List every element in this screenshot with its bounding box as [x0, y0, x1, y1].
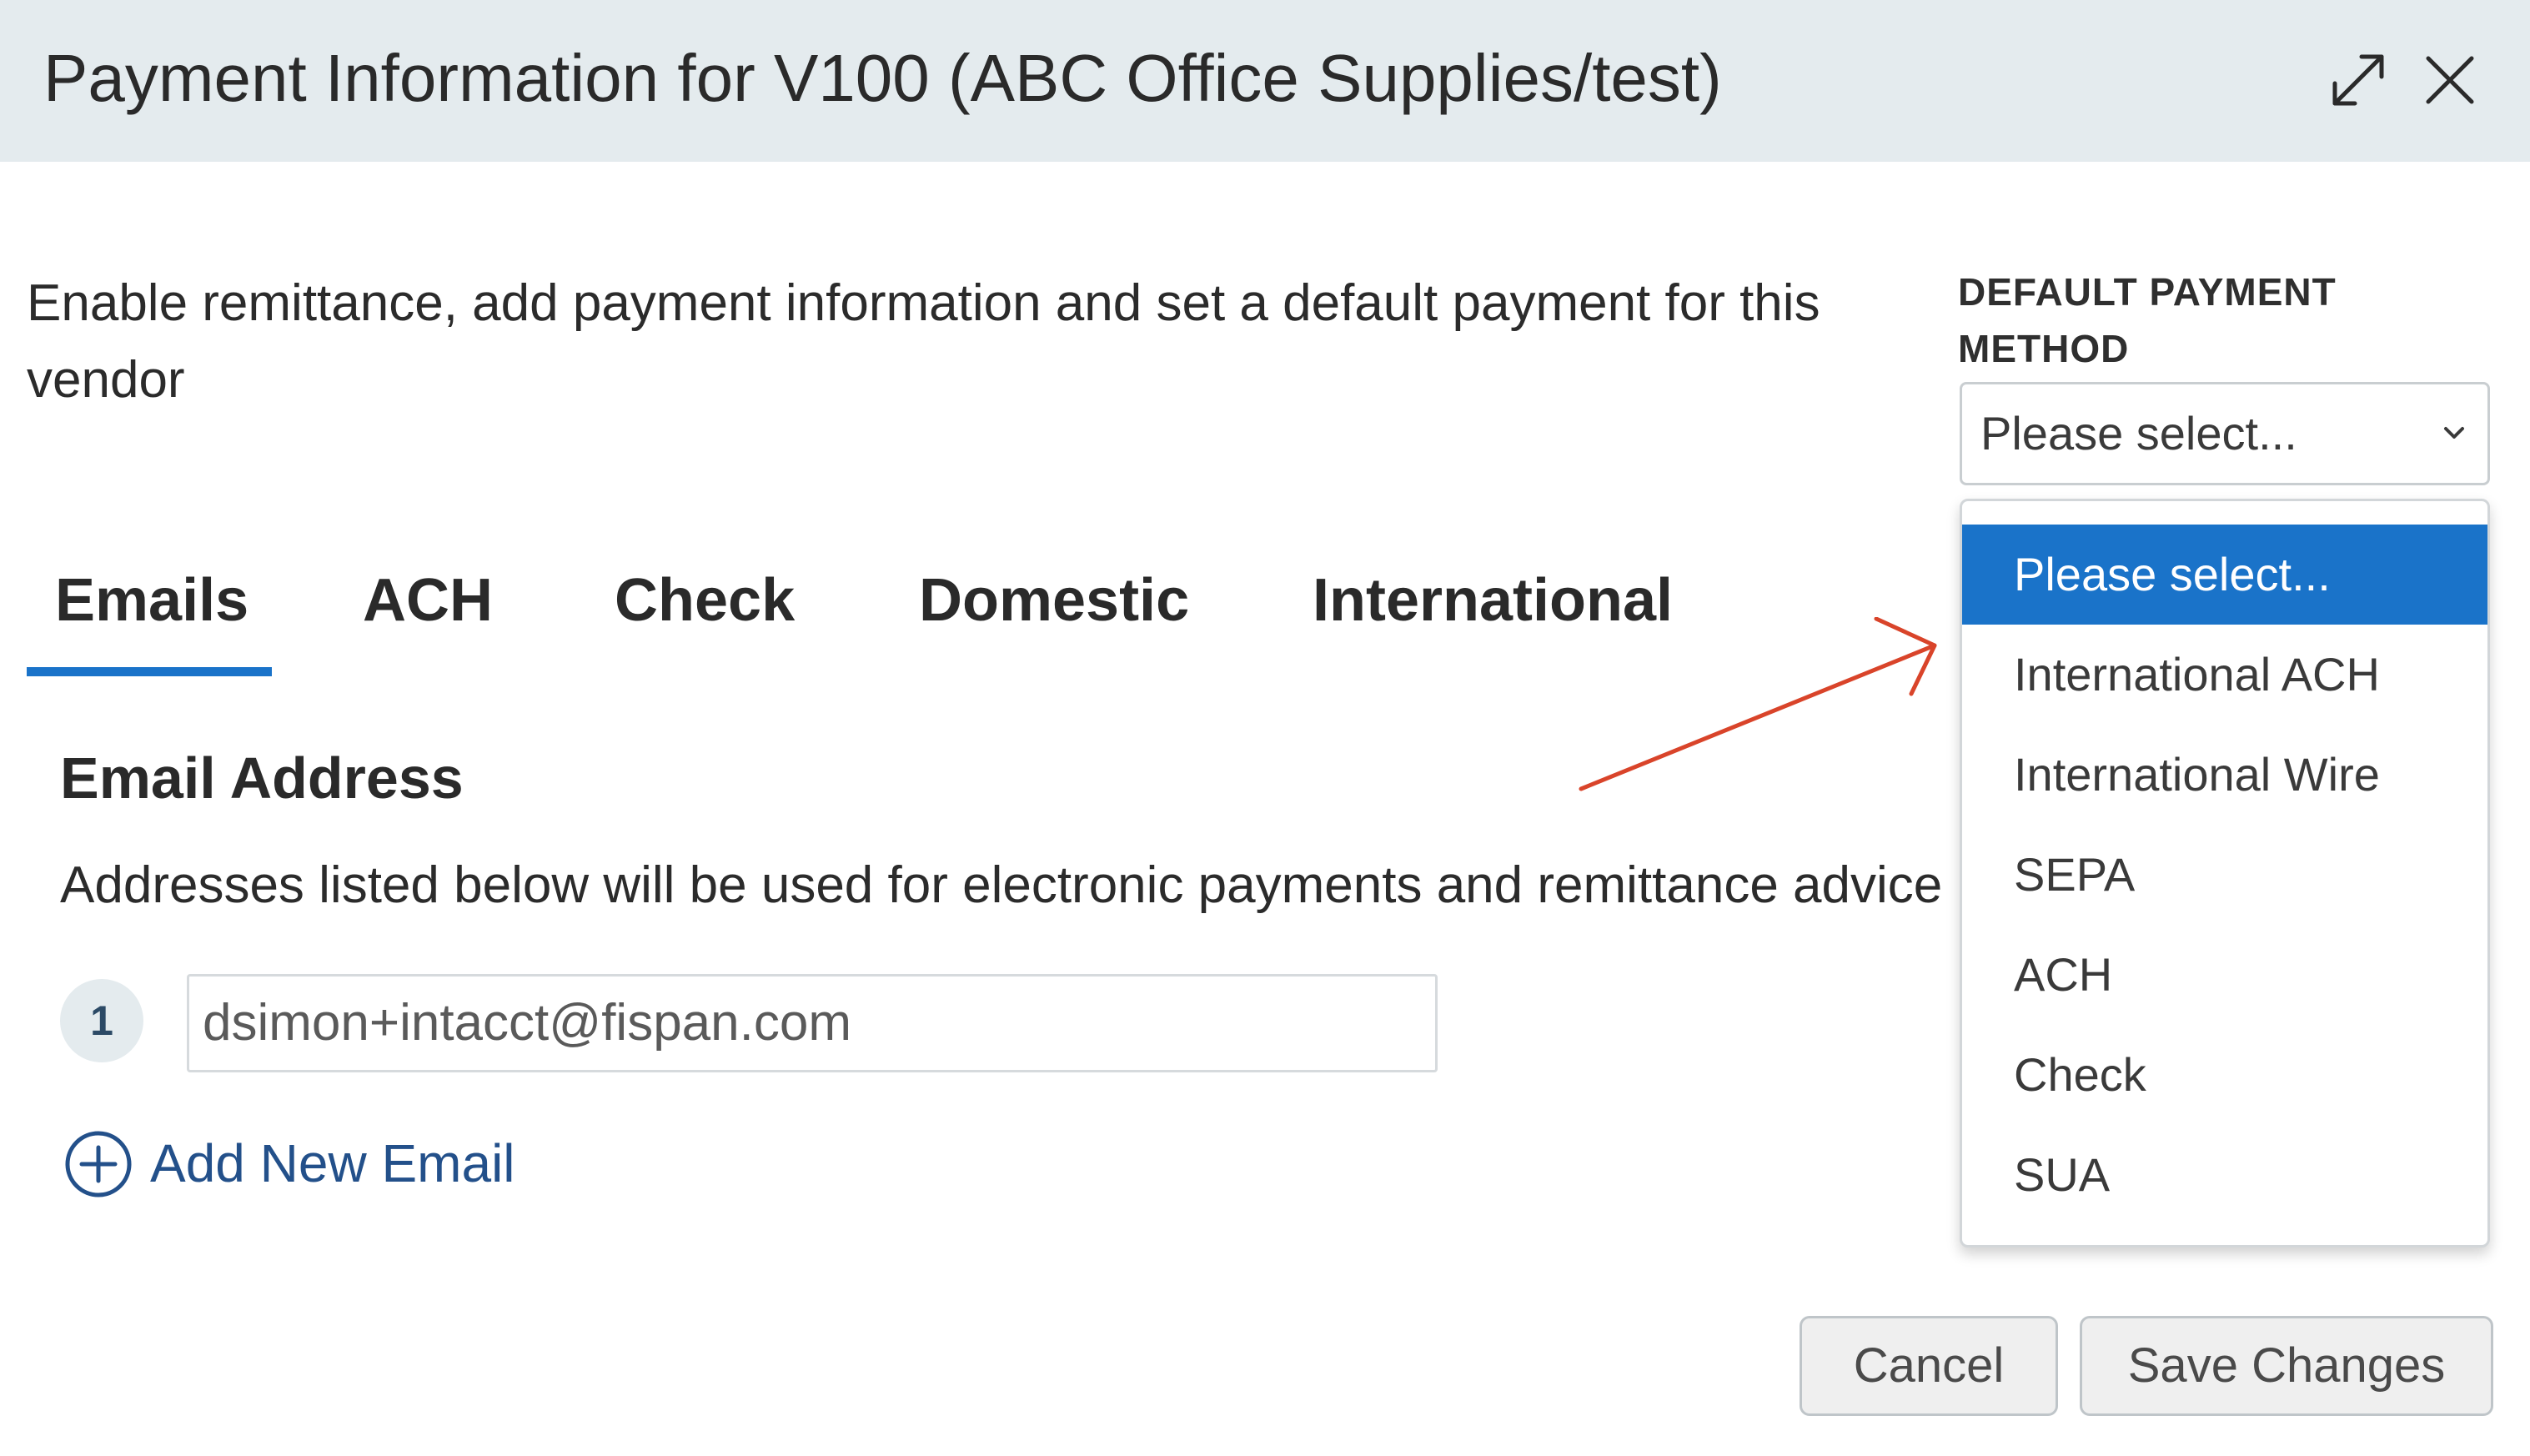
- email-section-title: Email Address: [60, 746, 464, 811]
- tab-domestic[interactable]: Domestic: [919, 550, 1189, 650]
- add-new-email-label: Add New Email: [150, 1133, 515, 1193]
- email-row-number: 1: [60, 979, 143, 1062]
- plus-circle-icon: [63, 1129, 133, 1199]
- dropdown-option-please-select[interactable]: Please select...: [1962, 525, 2487, 625]
- dropdown-option-check[interactable]: Check: [1962, 1025, 2487, 1125]
- email-section-description: Addresses listed below will be used for …: [60, 856, 1943, 914]
- email-field[interactable]: dsimon+intacct@fispan.com: [187, 974, 1438, 1072]
- payment-method-dropdown: Please select... International ACH Inter…: [1960, 499, 2490, 1248]
- dropdown-option-international-ach[interactable]: International ACH: [1962, 625, 2487, 725]
- intro-text: Enable remittance, add payment informati…: [27, 274, 1820, 409]
- save-changes-button[interactable]: Save Changes: [2080, 1316, 2493, 1416]
- active-tab-indicator: [27, 667, 272, 676]
- dropdown-option-sepa[interactable]: SEPA: [1962, 825, 2487, 925]
- chevron-down-icon: [2439, 418, 2469, 448]
- close-icon[interactable]: [2415, 45, 2485, 115]
- dialog-title: Payment Information for V100 (ABC Office…: [43, 41, 1722, 115]
- default-payment-method-select[interactable]: Please select...: [1960, 382, 2490, 485]
- expand-icon[interactable]: [2323, 45, 2393, 115]
- dropdown-option-international-wire[interactable]: International Wire: [1962, 725, 2487, 825]
- annotation-arrow: [1568, 617, 1951, 801]
- dropdown-option-ach[interactable]: ACH: [1962, 925, 2487, 1025]
- cancel-button[interactable]: Cancel: [1800, 1316, 2058, 1416]
- dropdown-option-sua[interactable]: SUA: [1962, 1125, 2487, 1225]
- tab-ach[interactable]: ACH: [363, 550, 493, 650]
- dialog-header: Payment Information for V100 (ABC Office…: [0, 0, 2530, 162]
- tab-check[interactable]: Check: [615, 550, 795, 650]
- select-current-value: Please select...: [1980, 407, 2297, 459]
- tab-emails[interactable]: Emails: [55, 550, 248, 650]
- email-value: dsimon+intacct@fispan.com: [203, 994, 851, 1052]
- default-payment-method-label: DEFAULT PAYMENT METHOD: [1958, 270, 2337, 370]
